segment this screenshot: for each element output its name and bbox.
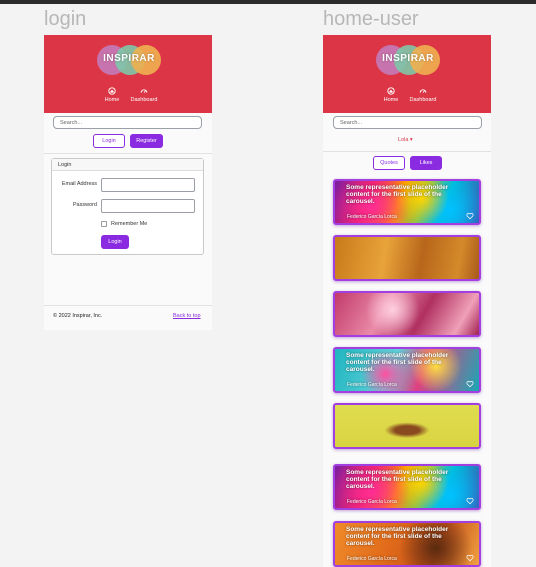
main-nav: Home Dashboard [323,87,491,107]
password-field[interactable] [101,199,195,213]
frame-title-home: home-user [323,8,419,30]
search-input[interactable]: Search... [333,116,482,129]
footer-divider [44,305,212,306]
quote-slide[interactable] [333,291,481,337]
nav-dashboard-label: Dashboard [130,97,158,103]
slide-caption: Some representative placeholder content … [346,352,449,373]
nav-home-label: Home [383,97,399,103]
email-label: Email Address [61,181,97,187]
frame-title-login: login [44,8,87,30]
brand-logo[interactable]: INSPIRAR [97,45,161,75]
copyright-text: © 2022 Inspirar, Inc. [53,313,103,319]
back-to-top-link[interactable]: Back to top [173,313,201,319]
nav-dashboard[interactable]: Dashboard [405,87,441,103]
search-input[interactable]: Search... [53,116,202,129]
password-label: Password [72,202,97,208]
login-frame: INSPIRAR Home Dashboard Search... Login … [44,35,212,330]
quote-slide[interactable] [333,235,481,281]
quote-slide[interactable]: Some representative placeholder content … [333,179,481,225]
logo-text: INSPIRAR [103,53,155,64]
divider [323,151,491,152]
quote-slide[interactable]: Some representative placeholder content … [333,464,481,510]
logo-text: INSPIRAR [382,53,434,64]
quote-slide[interactable] [333,403,481,449]
nav-dashboard[interactable]: Dashboard [126,87,162,103]
speedometer-icon [140,89,148,93]
slide-caption: Some representative placeholder content … [346,184,449,205]
slide-caption: Some representative placeholder content … [346,526,449,547]
slide-author: Federico García Lorca [347,556,397,562]
hero-banner: INSPIRAR Home Dashboard [44,35,212,113]
nav-dashboard-label: Dashboard [409,97,437,103]
slide-caption: Some representative placeholder content … [346,469,449,490]
email-field[interactable] [101,178,195,192]
login-form-card: Login Email Address Password Remember Me… [51,158,204,255]
quote-slide[interactable]: Some representative placeholder content … [333,521,481,567]
tab-likes[interactable]: Likes [410,156,442,170]
nav-home[interactable]: Home [373,87,409,103]
register-button[interactable]: Register [130,134,163,148]
heart-icon[interactable] [466,212,474,220]
top-bar [0,0,536,4]
nav-home-label: Home [104,97,120,103]
slide-author: Federico García Lorca [347,214,397,220]
nav-home[interactable]: Home [94,87,130,103]
heart-icon[interactable] [466,554,474,562]
login-submit-button[interactable]: Login [101,235,129,249]
divider [44,153,212,154]
user-dropdown[interactable]: Lola ▾ [398,137,413,143]
home-icon [108,87,116,95]
quote-slide[interactable]: Some representative placeholder content … [333,347,481,393]
tab-quotes[interactable]: Quotes [373,156,405,170]
slide-author: Federico García Lorca [347,499,397,505]
main-nav: Home Dashboard [44,87,212,107]
remember-me-checkbox[interactable] [101,221,107,227]
speedometer-icon [419,89,427,93]
login-button[interactable]: Login [93,134,125,148]
heart-icon[interactable] [466,497,474,505]
home-icon [387,87,395,95]
hero-banner: INSPIRAR Home Dashboard [323,35,491,113]
login-form-header: Login [52,159,203,171]
home-frame: INSPIRAR Home Dashboard Search... Lola ▾… [323,35,491,567]
remember-me-label: Remember Me [111,221,148,227]
brand-logo[interactable]: INSPIRAR [376,45,440,75]
heart-icon[interactable] [466,380,474,388]
slide-author: Federico García Lorca [347,382,397,388]
